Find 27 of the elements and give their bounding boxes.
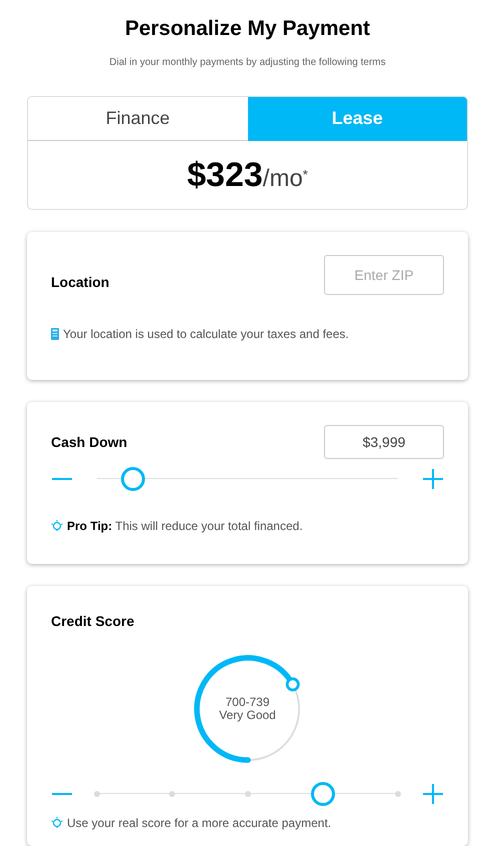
note-text: Use your real score for a more accurate payment. <box>67 815 332 832</box>
slider-thumb[interactable] <box>121 467 146 492</box>
score-range: 700-739 <box>225 696 270 710</box>
calculator-icon <box>51 328 59 340</box>
amount-field[interactable]: $3,999 <box>324 425 444 460</box>
tab[interactable]: Finance <box>28 97 248 142</box>
section-title: Location <box>51 273 110 292</box>
plus-button[interactable] <box>422 468 444 490</box>
minus-icon <box>52 478 72 480</box>
lightbulb-icon <box>51 520 63 532</box>
score-rating: Very Good <box>219 709 276 722</box>
plus-icon <box>423 784 443 804</box>
slider-track[interactable] <box>97 782 398 806</box>
zip-field[interactable]: Enter ZIP <box>324 255 444 296</box>
page-title: Personalize My Payment <box>124 16 372 42</box>
note-text: Pro Tip: This will reduce your total financed. <box>67 518 303 536</box>
minus-icon <box>52 793 72 796</box>
slider-track[interactable] <box>97 467 398 492</box>
slider-thumb[interactable] <box>310 782 335 806</box>
note-text: Your location is used to calculate your taxes and fees. <box>63 326 349 344</box>
lightbulb-icon <box>51 817 63 830</box>
page-subtitle: Dial in your monthly payments by adjusting the following terms <box>108 56 387 70</box>
section-title: Cash Down <box>51 432 128 452</box>
monthly-payment: $323/mo$^{*}$ <box>187 154 308 196</box>
plus-icon <box>423 469 443 490</box>
plus-button[interactable] <box>422 783 444 806</box>
section-title: Credit Score <box>51 612 136 632</box>
